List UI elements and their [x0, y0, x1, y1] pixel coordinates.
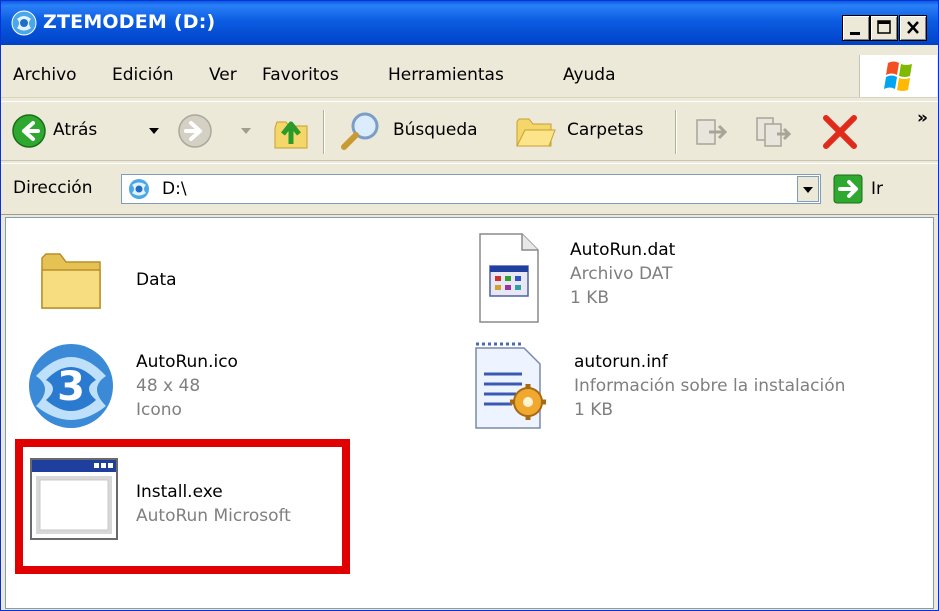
address-input[interactable]: D:\	[121, 174, 821, 204]
autorun-ico-icon: 3	[29, 344, 113, 428]
forward-dropdown-icon[interactable]	[241, 128, 251, 136]
address-dropdown-button[interactable]	[797, 176, 819, 202]
file-item-autorun-ico[interactable]: 3 AutoRun.ico 48 x 48 Icono	[26, 338, 356, 438]
menu-herramientas[interactable]: Herramientas	[388, 65, 504, 85]
close-button[interactable]	[899, 15, 927, 41]
highlight-box	[15, 439, 350, 574]
copy-to-icon[interactable]	[753, 112, 793, 150]
address-label: Dirección	[13, 178, 93, 198]
move-to-icon[interactable]	[691, 112, 731, 150]
svg-text:3: 3	[57, 364, 85, 410]
menu-bar: Archivo Edición Ver Favoritos Herramient…	[1, 49, 938, 98]
menu-ver[interactable]: Ver	[209, 65, 237, 85]
windows-logo	[859, 55, 937, 97]
file-type: Información sobre la instalación	[574, 376, 846, 396]
file-item-autorun-inf[interactable]: autorun.inf Información sobre la instala…	[466, 338, 926, 438]
back-dropdown-icon[interactable]	[149, 128, 159, 136]
title-bar[interactable]: ZTEMODEM (D:)	[1, 1, 938, 45]
back-arrow-icon[interactable]	[11, 113, 47, 149]
explorer-window: ZTEMODEM (D:) Archivo Edición Ver Favori…	[0, 0, 939, 611]
menu-edicion[interactable]: Edición	[112, 65, 174, 85]
menu-ayuda[interactable]: Ayuda	[563, 65, 616, 85]
toolbar-separator	[675, 110, 677, 154]
file-name: AutoRun.dat	[570, 240, 676, 260]
window-title: ZTEMODEM (D:)	[43, 11, 216, 33]
up-folder-icon[interactable]	[269, 108, 313, 152]
file-name: Data	[136, 270, 177, 290]
maximize-button[interactable]	[870, 15, 898, 41]
minimize-button[interactable]	[842, 15, 870, 41]
menu-favoritos[interactable]: Favoritos	[262, 65, 339, 85]
drive-icon	[129, 179, 149, 199]
folders-icon[interactable]	[513, 112, 557, 150]
file-size: 1 KB	[570, 288, 610, 308]
menu-archivo[interactable]: Archivo	[13, 65, 77, 85]
file-type: Archivo DAT	[570, 264, 673, 284]
go-arrow-icon[interactable]	[833, 174, 863, 204]
file-dimensions: 48 x 48	[136, 376, 201, 396]
inf-file-icon	[475, 342, 546, 429]
back-button-label[interactable]: Atrás	[53, 120, 97, 140]
dat-file-icon	[479, 233, 539, 323]
search-magnifier-icon[interactable]	[339, 110, 385, 152]
file-name: AutoRun.ico	[136, 352, 238, 372]
file-item-data[interactable]: Data	[36, 238, 336, 328]
file-size: 1 KB	[574, 400, 614, 420]
maximize-icon	[877, 20, 891, 34]
chevron-down-icon	[803, 187, 813, 193]
toolbar-overflow-chevron[interactable]: »	[917, 108, 928, 128]
address-bar: Dirección D:\ Ir	[1, 163, 938, 215]
windows-flag-icon	[884, 61, 912, 91]
toolbar-separator	[323, 110, 325, 154]
folder-icon	[41, 253, 101, 309]
folders-button-label[interactable]: Carpetas	[567, 120, 643, 140]
standard-toolbar: Atrás Búsqueda Carpetas »	[1, 101, 938, 161]
app-icon	[11, 10, 37, 36]
address-value: D:\	[162, 179, 187, 199]
forward-arrow-icon[interactable]	[177, 113, 213, 149]
go-button-label[interactable]: Ir	[871, 179, 883, 199]
delete-x-icon[interactable]	[819, 112, 861, 152]
minimize-icon	[850, 32, 860, 35]
file-name: autorun.inf	[574, 352, 668, 372]
file-type: Icono	[136, 400, 182, 420]
search-button-label[interactable]: Búsqueda	[393, 120, 478, 140]
file-item-autorun-dat[interactable]: AutoRun.dat Archivo DAT 1 KB	[472, 232, 912, 332]
close-icon	[907, 21, 919, 34]
